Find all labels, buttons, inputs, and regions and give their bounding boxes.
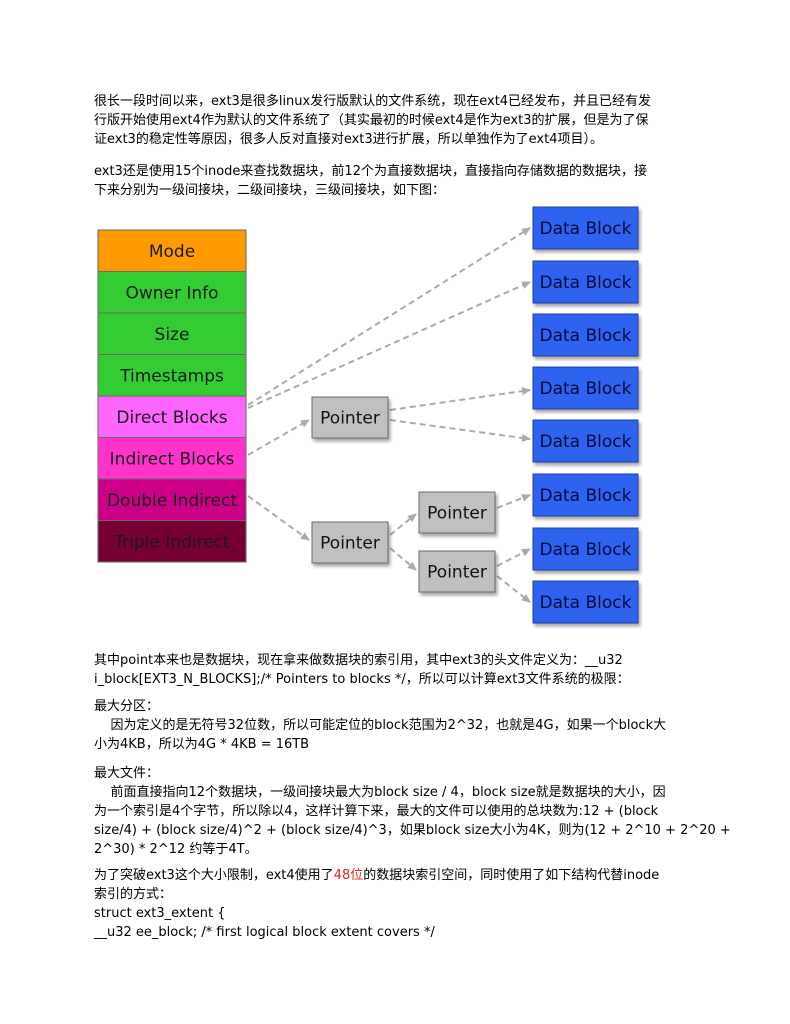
pointer-label: Pointer <box>427 504 487 524</box>
pointer-label: Pointer <box>320 409 380 429</box>
data-block: Data Block <box>532 366 639 410</box>
pointer-block: Pointer <box>311 396 389 439</box>
text-line: 小为4KB，所以为4G * 4KB = 16TB <box>94 737 310 752</box>
data-block: Data Block <box>532 260 639 304</box>
code-line: __u32 ee_block; /* first logical block e… <box>94 925 435 940</box>
pointer-label: Pointer <box>427 563 487 583</box>
arrow <box>389 513 417 536</box>
data-block-label: Data Block <box>540 540 632 560</box>
text-fragment: 的数据块索引空间，同时使用了如下结构代替inode <box>363 868 660 883</box>
data-block: Data Block <box>532 580 639 624</box>
text-line: 为了突破ext3这个大小限制，ext4使用了48位的数据块索引空间，同时使用了如… <box>94 866 706 885</box>
data-block: Data Block <box>532 527 639 571</box>
text-line: 因为定义的是无符号32位数，所以可能定位的block范围为2^32，也就是4G，… <box>94 718 667 733</box>
inode-field-label: Owner Info <box>125 283 218 303</box>
highlight-48bit: 48位 <box>333 868 364 883</box>
text-line: size/4) + (block size/4)^2 + (block size… <box>94 823 731 838</box>
arrow <box>496 548 531 567</box>
inode-field: Mode <box>97 229 247 272</box>
inode-field-label: Indirect Blocks <box>110 449 235 469</box>
data-block-label: Data Block <box>540 326 632 346</box>
inode-field-label: Direct Blocks <box>116 408 227 428</box>
arrow <box>389 547 417 571</box>
inode-field: Direct Blocks <box>97 395 247 438</box>
section-title: 最大分区： <box>94 699 160 714</box>
arrow <box>247 419 310 456</box>
data-blocks: Data Block Data Block Data Block Data Block… <box>532 206 639 624</box>
inode-field: Timestamps <box>97 354 247 397</box>
data-block-label: Data Block <box>540 486 632 506</box>
arrows-layer <box>247 227 531 603</box>
inode-field-label: Mode <box>149 242 195 262</box>
inode-field-label: Double Indirect <box>107 491 237 511</box>
ext4-paragraph: 为了突破ext3这个大小限制，ext4使用了48位的数据块索引空间，同时使用了如… <box>94 866 706 942</box>
arrow <box>389 387 531 411</box>
inode-field: Triple Indirect <box>97 520 247 563</box>
text-line: 其中point本来也是数据块，现在拿来做数据块的索引用，其中ext3的头文件定义… <box>94 653 623 668</box>
code-line: struct ext3_extent { <box>94 906 226 921</box>
data-block-label: Data Block <box>540 432 632 452</box>
arrow <box>496 494 531 509</box>
text-line: 2^30) * 2^12 约等于4T。 <box>94 842 258 857</box>
inode-field: Indirect Blocks <box>97 437 247 480</box>
inode-field: Size <box>97 312 247 355</box>
max-partition-section: 最大分区： 因为定义的是无符号32位数，所以可能定位的block范围为2^32，… <box>94 697 706 754</box>
inode-field-label: Triple Indirect <box>113 532 230 552</box>
text-line: 前面直接指向12个数据块，一级间接块最大为block size / 4，bloc… <box>94 785 666 800</box>
arrow <box>389 419 531 442</box>
pointer-paragraph: 其中point本来也是数据块，现在拿来做数据块的索引用，其中ext3的头文件定义… <box>94 651 706 689</box>
data-block: Data Block <box>532 473 639 517</box>
data-block-label: Data Block <box>540 273 632 293</box>
data-block-label: Data Block <box>540 379 632 399</box>
data-block: Data Block <box>532 313 639 357</box>
data-block: Data Block <box>532 419 639 463</box>
pointer-blocks: Pointer Pointer Pointer Pointer <box>311 396 496 593</box>
arrow <box>247 495 310 541</box>
section-title: 最大文件： <box>94 766 160 781</box>
data-block-label: Data Block <box>540 219 632 239</box>
inode-field-label: Timestamps <box>119 366 224 386</box>
pointer-block: Pointer <box>311 521 389 564</box>
pointer-label: Pointer <box>320 534 380 554</box>
arrow <box>496 575 531 603</box>
inode-fields: Mode Owner Info Size Timestamps Direct Block… <box>97 229 247 563</box>
pointer-block: Pointer <box>418 491 496 534</box>
max-file-section: 最大文件： 前面直接指向12个数据块，一级间接块最大为block size / … <box>94 764 731 859</box>
text-line: 索引的方式： <box>94 887 173 902</box>
inode-field: Owner Info <box>97 271 247 314</box>
inode-field: Double Indirect <box>97 478 247 521</box>
pointer-block: Pointer <box>418 550 496 593</box>
text-line: i_block[EXT3_N_BLOCKS];/* Pointers to bl… <box>94 672 630 687</box>
text-fragment: 为了突破ext3这个大小限制，ext4使用了 <box>94 868 334 883</box>
data-block: Data Block <box>532 206 639 250</box>
arrow <box>247 281 531 409</box>
inode-field-label: Size <box>155 325 190 345</box>
arrow <box>247 227 531 406</box>
data-block-label: Data Block <box>540 593 632 613</box>
text-line: 为一个索引是4个字节，所以除以4，这样计算下来，最大的文件可以使用的总块数为:1… <box>94 804 659 819</box>
